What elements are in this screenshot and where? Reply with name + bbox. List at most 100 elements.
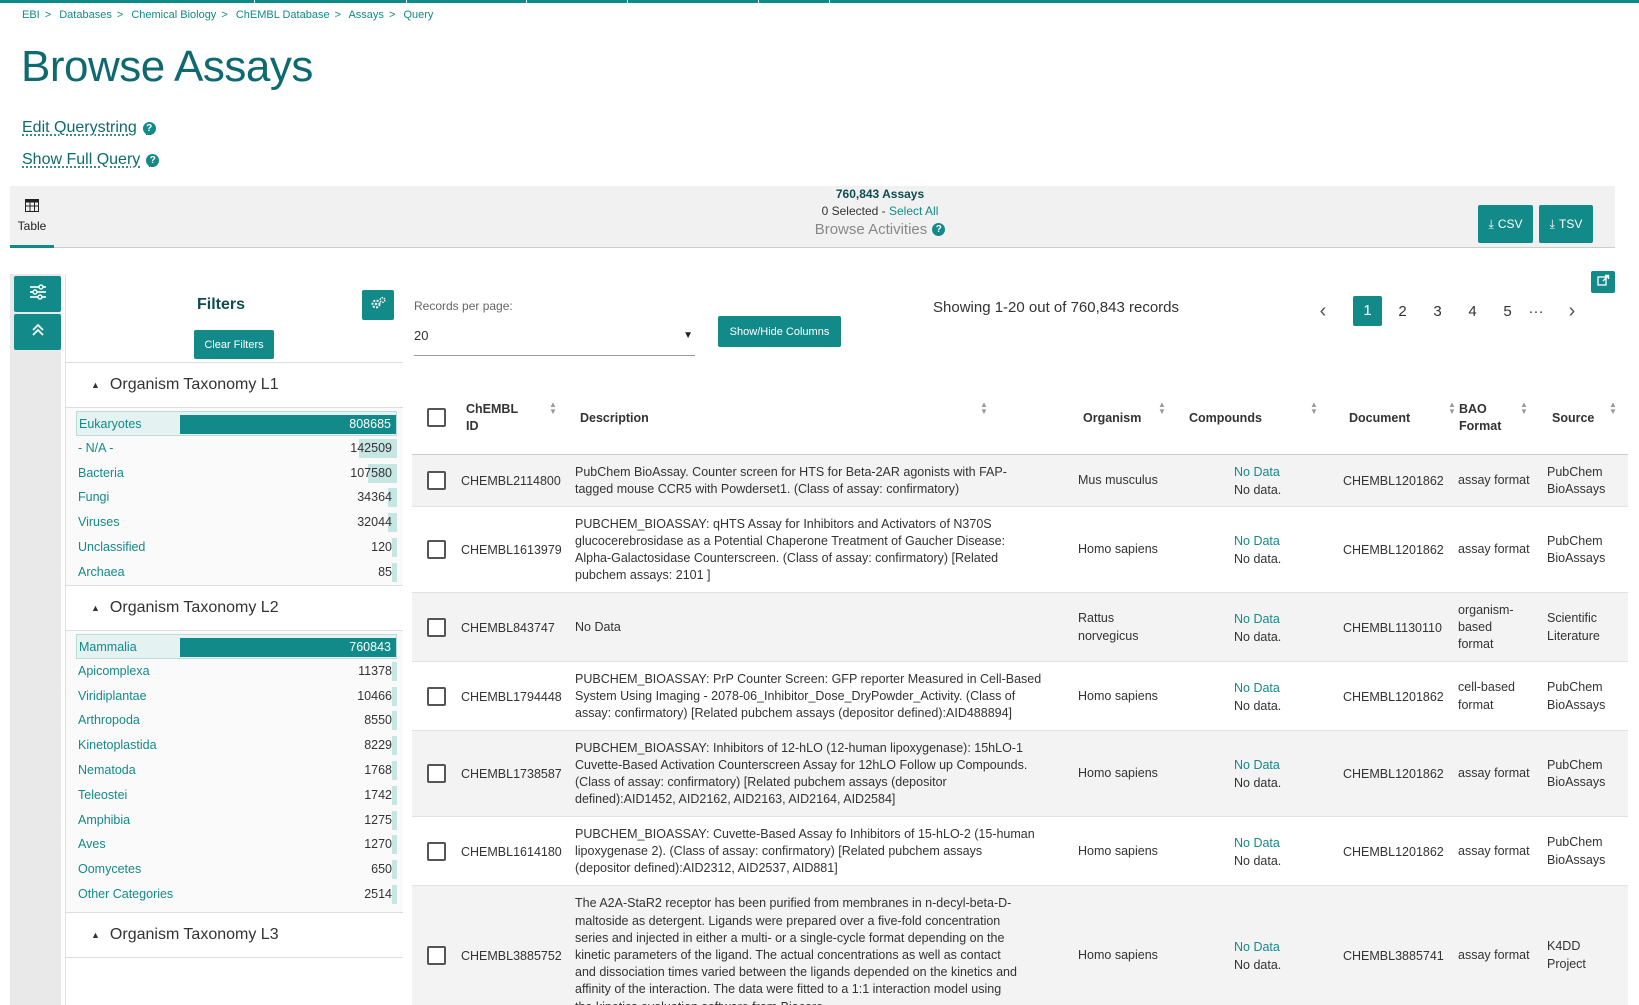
- page-1-button[interactable]: 1: [1353, 296, 1382, 326]
- table-row[interactable]: CHEMBL3885752 The A2A-StaR2 receptor has …: [412, 886, 1628, 1005]
- breadcrumb-chembl-database[interactable]: ChEMBL Database: [236, 9, 330, 21]
- download-csv-button[interactable]: ⤓ CSV: [1478, 205, 1533, 243]
- row-checkbox[interactable]: [427, 945, 446, 965]
- row-checkbox[interactable]: [427, 764, 446, 783]
- column-header-compounds[interactable]: Compounds: [1189, 380, 1262, 455]
- table-row[interactable]: CHEMBL843747 No Data Rattus norvegicus No Da…: [412, 593, 1628, 662]
- document-link[interactable]: CHEMBL1201862: [1343, 472, 1444, 490]
- facet-item-viruses[interactable]: Viruses 32044: [76, 510, 397, 535]
- facet-organism-taxonomy-l2[interactable]: ▲ Organism Taxonomy L2: [66, 585, 403, 631]
- help-icon[interactable]: ?: [142, 121, 156, 135]
- row-checkbox[interactable]: [427, 841, 446, 861]
- row-checkbox[interactable]: [427, 471, 446, 490]
- chembl-id-link[interactable]: CHEMBL3885752: [461, 947, 562, 965]
- column-header-organism[interactable]: Organism: [1083, 380, 1141, 455]
- breadcrumb-ebi[interactable]: EBI: [22, 9, 40, 21]
- browse-activities-link[interactable]: Browse Activities?: [740, 221, 1020, 238]
- share-button[interactable]: [1591, 271, 1615, 293]
- toggle-filters-button[interactable]: [14, 276, 61, 312]
- column-header-description[interactable]: Description: [580, 380, 649, 455]
- facet-item-amphibia[interactable]: Amphibia 1275: [76, 808, 397, 833]
- breadcrumb-query[interactable]: Query: [403, 9, 433, 21]
- document-link[interactable]: CHEMBL1201862: [1343, 688, 1444, 706]
- tab-table[interactable]: Table: [10, 186, 54, 248]
- compounds-link[interactable]: No Data: [1234, 610, 1281, 628]
- facet-item-aves[interactable]: Aves 1270: [76, 832, 397, 857]
- breadcrumb-databases[interactable]: Databases: [59, 9, 112, 21]
- facet-item-arthropoda[interactable]: Arthropoda 8550: [76, 708, 397, 733]
- page-5-button[interactable]: 5: [1490, 303, 1525, 320]
- sort-organism-icon[interactable]: ▲ ▼: [1158, 401, 1166, 416]
- table-row[interactable]: CHEMBL1794448 PUBCHEM_BIOASSAY: PrP Count…: [412, 662, 1628, 731]
- facet-item-n-a[interactable]: - N/A - 142509: [76, 436, 397, 461]
- row-checkbox[interactable]: [427, 540, 446, 559]
- help-icon[interactable]: ?: [932, 223, 946, 236]
- document-link[interactable]: CHEMBL1201862: [1343, 843, 1444, 861]
- help-icon[interactable]: ?: [146, 153, 160, 167]
- compounds-link[interactable]: No Data: [1234, 532, 1281, 550]
- document-link[interactable]: CHEMBL1201862: [1343, 765, 1444, 783]
- chembl-id-link[interactable]: CHEMBL2114800: [461, 472, 561, 490]
- chembl-id-link[interactable]: CHEMBL1794448: [461, 688, 562, 706]
- sort-document-icon[interactable]: ▲ ▼: [1448, 401, 1456, 416]
- facet-item-oomycetes[interactable]: Oomycetes 650: [76, 857, 397, 882]
- facet-item-archaea[interactable]: Archaea 85: [76, 560, 397, 585]
- compounds-link[interactable]: No Data: [1234, 834, 1281, 852]
- compounds-link[interactable]: No Data: [1234, 463, 1281, 481]
- collapse-filters-button[interactable]: [14, 314, 61, 350]
- breadcrumb-assays[interactable]: Assays: [348, 9, 383, 21]
- facet-item-eukaryotes[interactable]: Eukaryotes 808685: [76, 411, 397, 436]
- row-checkbox[interactable]: [427, 617, 446, 637]
- breadcrumb-chemical-biology[interactable]: Chemical Biology: [131, 9, 216, 21]
- facet-item-teleostei[interactable]: Teleostei 1742: [76, 783, 397, 808]
- sort-bao-format-icon[interactable]: ▲ ▼: [1520, 401, 1528, 416]
- column-header-bao-format[interactable]: BAO Format: [1459, 380, 1501, 455]
- table-row[interactable]: CHEMBL1614180 PUBCHEM_BIOASSAY: Cuvette-B…: [412, 817, 1628, 886]
- show-full-query-link[interactable]: Show Full Query?: [22, 151, 160, 169]
- facet-item-apicomplexa[interactable]: Apicomplexa 11378: [76, 659, 397, 684]
- facet-item-viridiplantae[interactable]: Viridiplantae 10466: [76, 684, 397, 709]
- sort-compounds-icon[interactable]: ▲ ▼: [1310, 401, 1318, 416]
- select-all-checkbox[interactable]: [427, 408, 446, 427]
- compounds-link[interactable]: No Data: [1234, 938, 1281, 956]
- page-4-button[interactable]: 4: [1455, 303, 1490, 320]
- facet-item-mammalia[interactable]: Mammalia 760843: [76, 634, 397, 659]
- next-page-icon[interactable]: ›: [1559, 300, 1585, 323]
- table-row[interactable]: CHEMBL2114800 PubChem BioAssay. Counter s…: [412, 455, 1628, 507]
- document-link[interactable]: CHEMBL1130110: [1343, 619, 1442, 637]
- facet-item-nematoda[interactable]: Nematoda 1768: [76, 758, 397, 783]
- facet-organism-taxonomy-l3[interactable]: ▲ Organism Taxonomy L3: [66, 912, 403, 958]
- clear-filters-button[interactable]: Clear Filters: [194, 330, 274, 359]
- show-hide-columns-button[interactable]: Show/Hide Columns: [718, 316, 841, 347]
- edit-querystring-link[interactable]: Edit Querystring?: [22, 119, 156, 137]
- facet-item-fungi[interactable]: Fungi 34364: [76, 485, 397, 510]
- select-all-link[interactable]: Select All: [889, 204, 938, 218]
- chembl-id-link[interactable]: CHEMBL1738587: [461, 765, 562, 783]
- facet-item-other-categories[interactable]: Other Categories 2514: [76, 882, 397, 907]
- facet-item-kinetoplastida[interactable]: Kinetoplastida 8229: [76, 733, 397, 758]
- facet-organism-taxonomy-l1[interactable]: ▲ Organism Taxonomy L1: [66, 362, 403, 408]
- page-2-button[interactable]: 2: [1385, 303, 1420, 320]
- compounds-link[interactable]: No Data: [1234, 756, 1281, 774]
- document-link[interactable]: CHEMBL1201862: [1343, 541, 1444, 559]
- facet-item-unclassified[interactable]: Unclassified 120: [76, 535, 397, 560]
- records-per-page-select[interactable]: 20 ▼: [414, 320, 695, 356]
- table-row[interactable]: CHEMBL1613979 PUBCHEM_BIOASSAY: qHTS Assa…: [412, 507, 1628, 593]
- chembl-id-link[interactable]: CHEMBL843747: [461, 619, 555, 637]
- compounds-link[interactable]: No Data: [1234, 679, 1281, 697]
- column-header-document[interactable]: Document: [1349, 380, 1410, 455]
- sort-chembl-id-icon[interactable]: ▲ ▼: [549, 401, 557, 416]
- table-row[interactable]: CHEMBL1738587 PUBCHEM_BIOASSAY: Inhibitor…: [412, 731, 1628, 817]
- sort-source-icon[interactable]: ▲ ▼: [1609, 401, 1617, 416]
- row-checkbox[interactable]: [427, 686, 446, 706]
- chembl-id-link[interactable]: CHEMBL1614180: [461, 843, 562, 861]
- filter-settings-button[interactable]: [362, 290, 394, 320]
- download-tsv-button[interactable]: ⤓ TSV: [1539, 205, 1593, 243]
- document-link[interactable]: CHEMBL3885741: [1343, 947, 1444, 965]
- sort-description-icon[interactable]: ▲ ▼: [980, 401, 988, 416]
- page-3-button[interactable]: 3: [1420, 303, 1455, 320]
- column-header-source[interactable]: Source: [1552, 380, 1594, 455]
- facet-item-bacteria[interactable]: Bacteria 107580: [76, 461, 397, 486]
- chembl-id-link[interactable]: CHEMBL1613979: [461, 541, 562, 559]
- previous-page-icon[interactable]: ‹: [1310, 300, 1336, 323]
